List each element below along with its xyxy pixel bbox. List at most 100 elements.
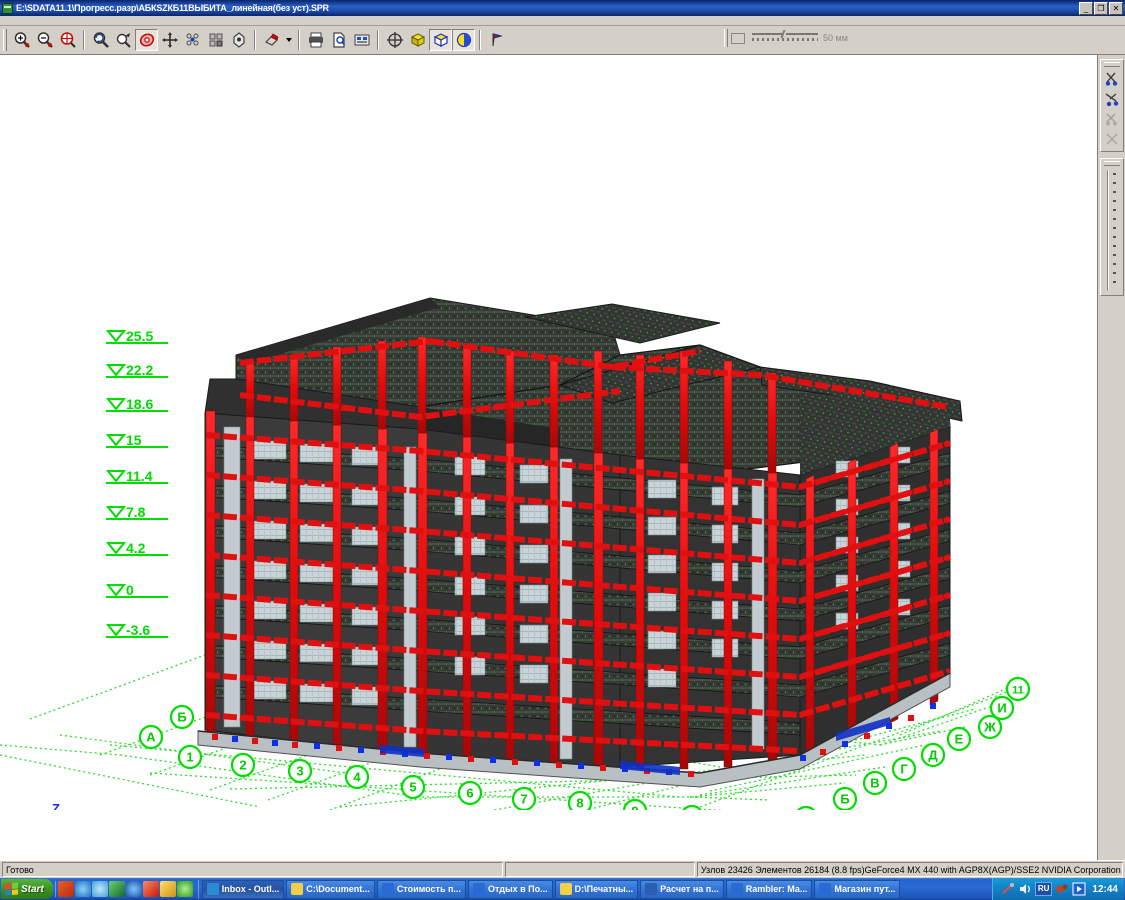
grid-bubble-letter-И: И: [991, 697, 1013, 719]
status-ready: Готово: [2, 862, 503, 877]
ql-icq-icon[interactable]: [177, 881, 193, 897]
paint-dropdown-arrow-icon[interactable]: [283, 29, 294, 51]
grid-bubble-label: 1: [186, 750, 193, 765]
select-nodes-icon[interactable]: [181, 29, 204, 51]
grid-bubble-label: 8: [576, 796, 583, 811]
elevation-label: 15: [126, 432, 142, 448]
select-elements-icon[interactable]: [204, 29, 227, 51]
depth-slider-grip[interactable]: [1104, 161, 1120, 166]
print-preview-icon[interactable]: [327, 29, 350, 51]
grid-bubble-number-2: 2: [232, 754, 254, 776]
toolbar-separator: [479, 30, 481, 50]
menu-bar[interactable]: [0, 16, 1125, 26]
maximize-button[interactable]: ❐: [1094, 2, 1108, 15]
elevation-label: 11.4: [126, 468, 153, 484]
cut-scissors-icon[interactable]: [1102, 69, 1122, 89]
zoom-restore-icon[interactable]: [112, 29, 135, 51]
main-toolbar: 50 мм: [0, 26, 1125, 54]
task-d-pechatnye-label: D:\Печатны...: [575, 884, 634, 894]
tray-media-icon[interactable]: [1072, 882, 1086, 896]
rotate-icon[interactable]: [135, 29, 158, 51]
ql-ie-icon[interactable]: [75, 881, 91, 897]
grid-bubble-number-3: 3: [289, 760, 311, 782]
wire-cube-icon[interactable]: [429, 29, 452, 51]
grid-bubble-letter-Д: Д: [922, 744, 944, 766]
application-window: E:\SDATA11.1\Прогресс.разр\АБКSZКБ11ВЫБИ…: [0, 0, 1125, 900]
grid-bubble-label: Е: [955, 732, 964, 747]
fragment-icon[interactable]: [1102, 109, 1122, 129]
paint-icon[interactable]: [260, 29, 283, 51]
ql-word-icon[interactable]: [58, 881, 74, 897]
shaded-cube-icon[interactable]: [452, 29, 475, 51]
ql-outlook-icon[interactable]: [126, 881, 142, 897]
task-c-documents-icon: [291, 883, 303, 895]
cut-tools-grip[interactable]: [1104, 62, 1120, 67]
grid-bubble-label: 2: [239, 758, 246, 773]
zoom-in-icon[interactable]: [10, 29, 33, 51]
close-button[interactable]: ✕: [1109, 2, 1123, 15]
task-otdyh[interactable]: Отдых в По...: [468, 880, 553, 899]
toolbar-separator: [298, 30, 300, 50]
depth-slider-track[interactable]: [1104, 171, 1120, 291]
cut-scissors-alt-icon[interactable]: [1102, 89, 1122, 109]
quick-launch-bar: [55, 881, 195, 897]
grid-bubble-letter-Е: Е: [948, 728, 970, 750]
task-c-documents-label: C:\Document...: [306, 884, 370, 894]
task-stoimost-icon: [382, 883, 394, 895]
task-inbox-outlook[interactable]: Inbox - Outl...: [202, 880, 285, 899]
task-otdyh-icon: [473, 883, 485, 895]
print-icon[interactable]: [304, 29, 327, 51]
depth-slider[interactable]: [1100, 158, 1124, 296]
zoom-window-icon[interactable]: [56, 29, 79, 51]
grid-bubble-number-4: 4: [346, 766, 368, 788]
ql-media-icon[interactable]: [160, 881, 176, 897]
task-magazin-label: Магазин пут...: [834, 884, 895, 894]
tray-volume-icon[interactable]: [1018, 882, 1032, 896]
axis-label-z: Z: [52, 801, 60, 810]
task-d-pechatnye[interactable]: D:\Печатны...: [555, 880, 639, 899]
structural-model-3d-view[interactable]: 25.522.218.61511.47.84.20-3.6 1234567891…: [0, 55, 1125, 810]
solid-cube-icon[interactable]: [406, 29, 429, 51]
task-stoimost[interactable]: Стоимость п...: [377, 880, 466, 899]
ql-desktop-icon[interactable]: [109, 881, 125, 897]
start-label: Start: [21, 884, 44, 895]
flag-icon[interactable]: [485, 29, 508, 51]
grid-bubble-letter-Г: Г: [893, 758, 915, 780]
restore-cut-icon[interactable]: [1102, 129, 1122, 149]
grid-bubble-label: 5: [409, 780, 416, 795]
zoom-out-icon[interactable]: [33, 29, 56, 51]
scale-box-icon[interactable]: [731, 33, 745, 44]
tray-language-icon[interactable]: RU: [1035, 882, 1053, 896]
tray-clock: 12:44: [1092, 884, 1118, 895]
pan-icon[interactable]: [158, 29, 181, 51]
task-raschet-label: Расчет на п...: [660, 884, 719, 894]
zoom-previous-icon[interactable]: [89, 29, 112, 51]
task-list: Inbox - Outl... C:\Document... Стоимость п…: [198, 880, 990, 899]
info-node-icon[interactable]: [227, 29, 250, 51]
axes-icon[interactable]: [383, 29, 406, 51]
status-middle: [505, 862, 694, 877]
tray-av-icon[interactable]: [1055, 882, 1069, 896]
scale-label: 50 мм: [823, 33, 848, 43]
task-raschet[interactable]: Расчет на п...: [640, 880, 724, 899]
ql-save-icon[interactable]: [143, 881, 159, 897]
ql-explorer-icon[interactable]: [92, 881, 108, 897]
tray-network-icon[interactable]: [1001, 882, 1015, 896]
task-rambler[interactable]: Rambler: Ма...: [726, 880, 813, 899]
task-rambler-label: Rambler: Ма...: [746, 884, 808, 894]
scale-grip[interactable]: [724, 29, 728, 47]
task-magazin[interactable]: Магазин пут...: [814, 880, 900, 899]
cut-tools-group: [1100, 59, 1124, 152]
grid-bubble-label: 9: [631, 804, 638, 811]
window-title: E:\SDATA11.1\Прогресс.разр\АБКSZКБ11ВЫБИ…: [16, 3, 1079, 13]
task-c-documents[interactable]: C:\Document...: [286, 880, 375, 899]
start-button[interactable]: Start: [1, 879, 53, 899]
copy-screen-icon[interactable]: [350, 29, 373, 51]
windows-flag-icon: [5, 882, 18, 895]
minimize-button[interactable]: _: [1079, 2, 1093, 15]
toolbar-grip[interactable]: [3, 29, 7, 51]
grid-bubble-label: Б: [177, 710, 186, 725]
model-viewport[interactable]: 25.522.218.61511.47.84.20-3.6 1234567891…: [0, 54, 1125, 860]
grid-bubble-number-7: 7: [513, 788, 535, 810]
toolbar-separator: [254, 30, 256, 50]
